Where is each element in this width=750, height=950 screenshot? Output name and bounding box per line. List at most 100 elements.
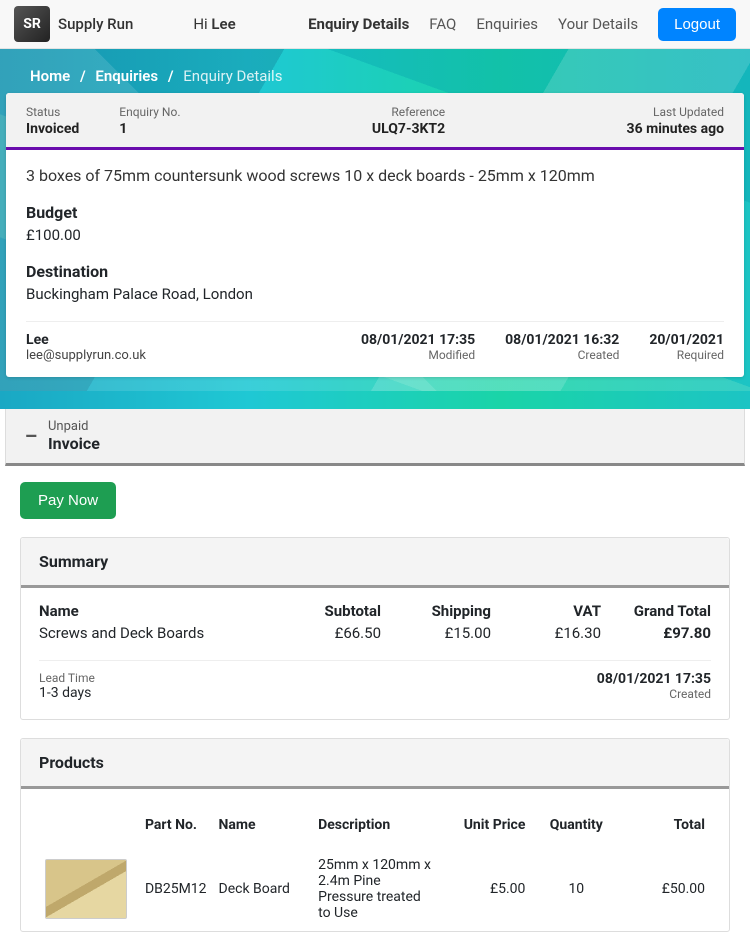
contact-name: Lee <box>26 332 146 348</box>
ts-created-label: Created <box>505 348 619 362</box>
lead-time-value: 1-3 days <box>39 685 95 701</box>
enquiry-footer-row: Lee lee@supplyrun.co.uk 08/01/2021 17:35… <box>26 332 724 363</box>
divider <box>26 321 724 322</box>
summary-created-label: Created <box>597 687 711 701</box>
cell-total: £50.00 <box>621 847 711 931</box>
summary-created-ts: 08/01/2021 17:35 <box>597 671 711 687</box>
enquiry-description: 3 boxes of 75mm countersunk wood screws … <box>26 166 724 185</box>
cell-quantity: 10 <box>531 847 621 931</box>
invoice-status: Unpaid <box>48 419 100 434</box>
meta-enquiry-no-value: 1 <box>119 121 180 137</box>
meta-last-updated: Last Updated 36 minutes ago <box>627 105 724 137</box>
ts-required: 20/01/2021 Required <box>649 332 724 363</box>
cell-description: 25mm x 120mm x 2.4m Pine Pressure treate… <box>312 847 442 931</box>
collapse-icon[interactable]: – <box>24 424 38 448</box>
invoice-titles: Unpaid Invoice <box>48 419 100 453</box>
products-body: Part No. Name Description Unit Price Qua… <box>21 789 729 931</box>
summary-shipping-value: £15.00 <box>381 624 491 642</box>
summary-foot-row: Lead Time 1-3 days 08/01/2021 17:35 Crea… <box>39 671 711 701</box>
cell-unit-price: £5.00 <box>442 847 532 931</box>
summary-vat-label: VAT <box>491 602 601 620</box>
nav-enquiry-details[interactable]: Enquiry Details <box>308 15 409 33</box>
meta-enquiry-no: Enquiry No. 1 <box>119 105 180 137</box>
timestamp-block: 08/01/2021 17:35 Modified 08/01/2021 16:… <box>361 332 724 363</box>
ts-modified: 08/01/2021 17:35 Modified <box>361 332 475 363</box>
summary-grand-col: Grand Total £97.80 <box>601 602 711 642</box>
ts-required-label: Required <box>649 348 724 362</box>
meta-enquiry-no-label: Enquiry No. <box>119 105 180 119</box>
lead-time-label: Lead Time <box>39 671 95 685</box>
contact-email: lee@supplyrun.co.uk <box>26 348 146 363</box>
greeting-name: Lee <box>211 15 235 33</box>
pay-now-button[interactable]: Pay Now <box>20 482 116 519</box>
breadcrumb-sep: / <box>168 67 174 85</box>
th-description: Description <box>312 803 442 847</box>
table-row: DB25M12 Deck Board 25mm x 120mm x 2.4m P… <box>39 847 711 931</box>
th-part-no: Part No. <box>139 803 213 847</box>
top-bar: SR Supply Run Hi Lee Enquiry Details FAQ… <box>0 0 750 49</box>
breadcrumb-sep: / <box>80 67 86 85</box>
breadcrumb-home[interactable]: Home <box>30 67 70 85</box>
ts-created: 08/01/2021 16:32 Created <box>505 332 619 363</box>
summary-name-label: Name <box>39 602 271 620</box>
meta-status: Status Invoiced <box>26 105 79 137</box>
meta-last-updated-value: 36 minutes ago <box>627 121 724 137</box>
th-quantity: Quantity <box>531 803 621 847</box>
invoice-header[interactable]: – Unpaid Invoice <box>5 409 745 466</box>
products-table: Part No. Name Description Unit Price Qua… <box>39 803 711 931</box>
th-total: Total <box>621 803 711 847</box>
enquiry-meta-row: Status Invoiced Enquiry No. 1 Reference … <box>6 93 744 150</box>
th-name: Name <box>213 803 313 847</box>
summary-subtotal-col: Subtotal £66.50 <box>271 602 381 642</box>
top-nav: Enquiry Details FAQ Enquiries Your Detai… <box>308 8 736 41</box>
contact-block: Lee lee@supplyrun.co.uk <box>26 332 146 363</box>
summary-grand-value: £97.80 <box>601 624 711 642</box>
meta-reference: Reference ULQ7-3KT2 <box>372 105 445 137</box>
invoice-title: Invoice <box>48 434 100 453</box>
summary-vat-col: VAT £16.30 <box>491 602 601 642</box>
summary-name-value: Screws and Deck Boards <box>39 624 271 642</box>
th-image <box>39 803 139 847</box>
nav-your-details[interactable]: Your Details <box>558 15 638 33</box>
summary-vat-value: £16.30 <box>491 624 601 642</box>
nav-faq[interactable]: FAQ <box>429 15 456 33</box>
summary-row: Name Screws and Deck Boards Subtotal £66… <box>39 602 711 642</box>
budget-label: Budget <box>26 203 724 222</box>
destination-value: Buckingham Palace Road, London <box>26 285 724 303</box>
greeting: Hi Lee <box>193 15 235 33</box>
meta-status-value: Invoiced <box>26 121 79 137</box>
greeting-prefix: Hi <box>193 15 211 33</box>
ts-modified-label: Modified <box>361 348 475 362</box>
lead-time-block: Lead Time 1-3 days <box>39 671 95 701</box>
divider <box>39 660 711 661</box>
summary-grand-label: Grand Total <box>601 602 711 620</box>
product-thumbnail <box>45 859 127 919</box>
logout-button[interactable]: Logout <box>658 8 736 41</box>
breadcrumb-enquiries[interactable]: Enquiries <box>95 67 158 85</box>
nav-enquiries[interactable]: Enquiries <box>476 15 538 33</box>
summary-title: Summary <box>21 538 729 588</box>
meta-status-label: Status <box>26 105 79 119</box>
breadcrumb: Home / Enquiries / Enquiry Details <box>0 59 750 93</box>
hero-banner: Home / Enquiries / Enquiry Details Statu… <box>0 49 750 391</box>
cell-image <box>39 847 139 931</box>
summary-body: Name Screws and Deck Boards Subtotal £66… <box>21 588 729 719</box>
summary-created-block: 08/01/2021 17:35 Created <box>597 671 711 701</box>
meta-reference-value: ULQ7-3KT2 <box>372 121 445 137</box>
ts-modified-value: 08/01/2021 17:35 <box>361 332 475 348</box>
main-content: Pay Now Summary Name Screws and Deck Boa… <box>0 466 750 932</box>
summary-panel: Summary Name Screws and Deck Boards Subt… <box>20 537 730 720</box>
summary-shipping-col: Shipping £15.00 <box>381 602 491 642</box>
th-unit-price: Unit Price <box>442 803 532 847</box>
divider-strip <box>0 391 750 409</box>
ts-required-value: 20/01/2021 <box>649 332 724 348</box>
ts-created-value: 08/01/2021 16:32 <box>505 332 619 348</box>
enquiry-body: 3 boxes of 75mm countersunk wood screws … <box>6 150 744 377</box>
breadcrumb-current: Enquiry Details <box>183 67 282 85</box>
products-header-row: Part No. Name Description Unit Price Qua… <box>39 803 711 847</box>
summary-subtotal-value: £66.50 <box>271 624 381 642</box>
summary-subtotal-label: Subtotal <box>271 602 381 620</box>
enquiry-card: Status Invoiced Enquiry No. 1 Reference … <box>6 93 744 377</box>
cell-name: Deck Board <box>213 847 313 931</box>
products-title: Products <box>21 739 729 789</box>
